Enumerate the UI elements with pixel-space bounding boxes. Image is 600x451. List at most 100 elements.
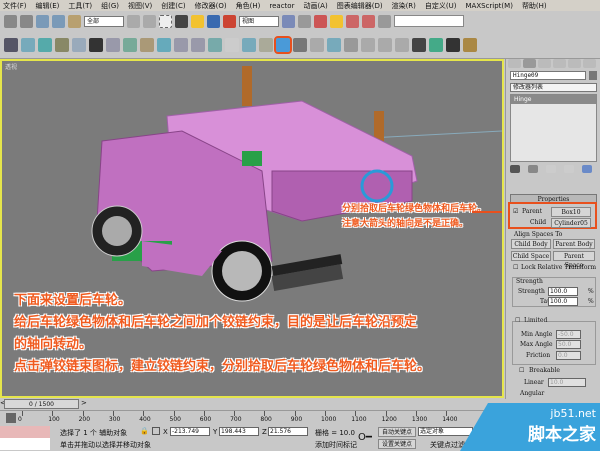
display-tab-icon[interactable] — [568, 59, 581, 68]
parent-pick-button[interactable]: Box10 — [551, 207, 591, 217]
wind-icon[interactable] — [157, 37, 171, 52]
menu-item[interactable]: 修改器(O) — [195, 1, 227, 11]
menu-item[interactable]: 创建(C) — [161, 1, 185, 11]
menu-item[interactable]: 帮助(H) — [522, 1, 547, 11]
analyze-world-icon[interactable] — [463, 37, 477, 52]
selection-filter-dropdown[interactable]: 全部 — [84, 15, 124, 27]
maxscript-listener-pink[interactable] — [0, 426, 50, 438]
remove-modifier-icon[interactable] — [564, 165, 574, 173]
object-color-swatch[interactable] — [589, 71, 597, 80]
menu-item[interactable]: 工具(T) — [68, 1, 92, 11]
softbody-icon[interactable] — [38, 37, 52, 52]
pin-stack-icon[interactable] — [510, 165, 520, 173]
y-coord-field[interactable]: 198.443 — [219, 427, 259, 436]
percent-snap-icon[interactable] — [346, 14, 359, 28]
point-to-point-icon[interactable] — [242, 37, 256, 52]
add-time-tag-button[interactable]: 添加时间标记 — [315, 440, 357, 450]
linear-spinner[interactable]: 10.0 — [548, 378, 586, 387]
track-bar[interactable]: 0 100 200 300 400 500 600 700 800 900 1000 1100 1200… — [0, 410, 505, 425]
rect-region-icon[interactable] — [159, 14, 172, 28]
scale-icon[interactable] — [223, 14, 236, 28]
strength-spinner[interactable]: 100.0 — [548, 287, 578, 296]
menu-item[interactable]: 自定义(U) — [425, 1, 457, 11]
lock-relative-checkbox[interactable]: ☐ — [513, 264, 518, 271]
time-slider[interactable]: 0 / 1500 — [4, 399, 79, 409]
undo-icon[interactable] — [4, 14, 17, 28]
friction-spinner[interactable]: 0.0 — [556, 351, 581, 360]
utilities-tab-icon[interactable] — [583, 59, 596, 68]
make-unique-icon[interactable] — [546, 165, 556, 173]
rigid-body-icon[interactable] — [4, 37, 18, 52]
motion-tab-icon[interactable] — [553, 59, 566, 68]
modifier-list-dropdown[interactable]: 修改器列表 — [510, 83, 597, 92]
z-coord-field[interactable]: 21.576 — [268, 427, 308, 436]
set-key-button[interactable]: 设置关键点 — [378, 439, 416, 449]
maxscript-listener-white[interactable] — [0, 438, 50, 450]
object-name-field[interactable]: Hinge09 — [510, 71, 586, 80]
mini-curve-editor-icon[interactable] — [6, 413, 16, 423]
parent-checkbox[interactable]: ☑ — [513, 208, 518, 215]
next-frame-icon[interactable]: > — [81, 399, 87, 407]
rope-icon[interactable] — [208, 37, 222, 52]
rotate-icon[interactable] — [207, 14, 220, 28]
lock-icon[interactable]: 🔒 — [140, 427, 149, 435]
plane-icon[interactable] — [55, 37, 69, 52]
car-wheel-icon[interactable] — [310, 37, 324, 52]
toy-car-icon[interactable] — [106, 37, 120, 52]
preview-animation-icon[interactable] — [429, 37, 443, 52]
select-by-name-icon[interactable] — [143, 14, 156, 28]
menu-item[interactable]: 动画(A) — [303, 1, 327, 11]
menu-item[interactable]: 视图(V) — [128, 1, 152, 11]
named-selection-input[interactable] — [394, 15, 464, 27]
min-angle-spinner[interactable]: -50.0 — [556, 330, 581, 339]
menu-item[interactable]: 编辑(E) — [36, 1, 60, 11]
pivot-icon[interactable] — [282, 14, 295, 28]
spinner-snap-icon[interactable] — [362, 14, 375, 28]
angular-dashpot-icon[interactable] — [344, 37, 358, 52]
ref-coord-dropdown[interactable]: 视图 — [239, 15, 279, 27]
parent-body-button[interactable]: Parent Body — [553, 239, 595, 249]
child-space-button[interactable]: Child Space — [511, 251, 551, 261]
tau-spinner[interactable]: 100.0 — [548, 297, 578, 306]
parent-space-button[interactable]: Parent Space — [553, 251, 595, 269]
show-end-result-icon[interactable] — [528, 165, 538, 173]
water-icon[interactable] — [140, 37, 154, 52]
modify-tab-icon[interactable] — [523, 59, 536, 68]
menu-item[interactable]: MAXScript(M) — [466, 2, 513, 10]
cloth-modifier-icon[interactable] — [378, 37, 392, 52]
unlink-icon[interactable] — [52, 14, 65, 28]
softbody-modifier-icon[interactable] — [395, 37, 409, 52]
child-body-button[interactable]: Child Body — [511, 239, 551, 249]
redo-icon[interactable] — [20, 14, 33, 28]
absolute-mode-icon[interactable] — [152, 427, 160, 435]
named-selection-icon[interactable] — [378, 14, 391, 28]
spring-icon[interactable] — [72, 37, 86, 52]
menu-item[interactable]: 图表编辑器(D) — [337, 1, 383, 11]
ragdoll-icon[interactable] — [327, 37, 341, 52]
bind-spacewarp-icon[interactable] — [68, 14, 81, 28]
snap-icon[interactable] — [314, 14, 327, 28]
fan-icon[interactable] — [191, 37, 205, 52]
perspective-viewport[interactable]: 透视 分别拾取后车轮绿色物体和后车轮。 注意大箭头的轴向是不是正确。 下面来设置… — [0, 59, 504, 398]
hinge-constraint-icon[interactable] — [274, 35, 292, 54]
stack-item-hinge[interactable]: Hinge — [511, 95, 596, 104]
key-filter-dropdown[interactable]: 选定对象 — [418, 427, 473, 436]
window-crossing-icon[interactable] — [175, 14, 188, 28]
auto-key-button[interactable]: 自动关键点 — [378, 427, 416, 437]
configure-sets-icon[interactable] — [582, 165, 592, 173]
point-to-path-icon[interactable] — [259, 37, 273, 52]
manipulate-icon[interactable] — [298, 14, 311, 28]
menu-item[interactable]: reactor — [269, 2, 294, 10]
rope-modifier-icon[interactable] — [412, 37, 426, 52]
create-tab-icon[interactable] — [508, 59, 521, 68]
max-angle-spinner[interactable]: 50.0 — [556, 340, 581, 349]
menu-item[interactable]: 文件(F) — [3, 1, 27, 11]
breakable-checkbox[interactable]: ☐ — [519, 367, 524, 374]
hierarchy-tab-icon[interactable] — [538, 59, 551, 68]
prismatic-icon[interactable] — [293, 37, 307, 52]
key-icon[interactable]: O━ — [358, 432, 372, 443]
cloth-icon[interactable] — [21, 37, 35, 52]
linear-dashpot-icon[interactable] — [361, 37, 375, 52]
angle-snap-icon[interactable] — [330, 14, 343, 28]
move-icon[interactable] — [191, 14, 204, 28]
